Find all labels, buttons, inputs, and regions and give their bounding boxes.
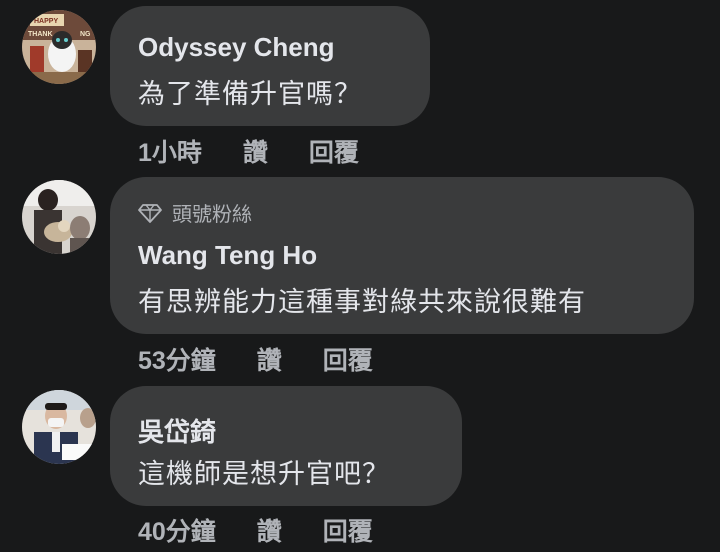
comment-author[interactable]: Odyssey Cheng: [138, 32, 335, 63]
comment-time[interactable]: 40分鐘: [138, 518, 216, 546]
comment-author[interactable]: 吳岱錡: [138, 412, 216, 449]
comment-text: 這機師是想升官吧？: [138, 459, 390, 489]
comment-time[interactable]: 53分鐘: [138, 347, 216, 375]
avatar[interactable]: HAPPY THANK NG: [22, 10, 96, 84]
avatar-image: [22, 390, 96, 464]
comment-bubble: Odyssey Cheng 為了準備升官嗎？: [110, 6, 430, 126]
like-button[interactable]: 讚: [257, 518, 282, 546]
avatar[interactable]: [22, 180, 96, 254]
comment-author[interactable]: Wang Teng Ho: [138, 240, 317, 271]
diamond-icon: [138, 203, 162, 223]
comment-text: 有思辨能力這種事對綠共來說很難有: [138, 287, 586, 317]
comment-time[interactable]: 1小時: [138, 139, 202, 167]
avatar-image: [22, 180, 96, 254]
comment-actions: 53分鐘 讚 回覆: [138, 341, 407, 377]
comment-bubble: 頭號粉絲 Wang Teng Ho 有思辨能力這種事對綠共來說很難有: [110, 177, 694, 334]
reply-button[interactable]: 回覆: [309, 139, 359, 167]
like-button[interactable]: 讚: [257, 347, 282, 375]
like-button[interactable]: 讚: [243, 139, 268, 167]
svg-text:NG: NG: [80, 31, 91, 38]
svg-text:HAPPY: HAPPY: [34, 18, 58, 25]
comment-actions: 1小時 讚 回覆: [138, 133, 393, 169]
comment-bubble: 吳岱錡 這機師是想升官吧？: [110, 386, 462, 506]
badge-label: 頭號粉絲: [172, 204, 252, 226]
reply-button[interactable]: 回覆: [323, 518, 373, 546]
avatar-image: HAPPY THANK NG: [22, 10, 96, 84]
top-fan-badge: 頭號粉絲: [138, 198, 252, 227]
comment-text: 為了準備升官嗎？: [138, 79, 362, 109]
comment-actions: 40分鐘 讚 回覆: [138, 512, 407, 548]
svg-text:THANK: THANK: [28, 31, 53, 38]
reply-button[interactable]: 回覆: [323, 347, 373, 375]
avatar[interactable]: [22, 390, 96, 464]
